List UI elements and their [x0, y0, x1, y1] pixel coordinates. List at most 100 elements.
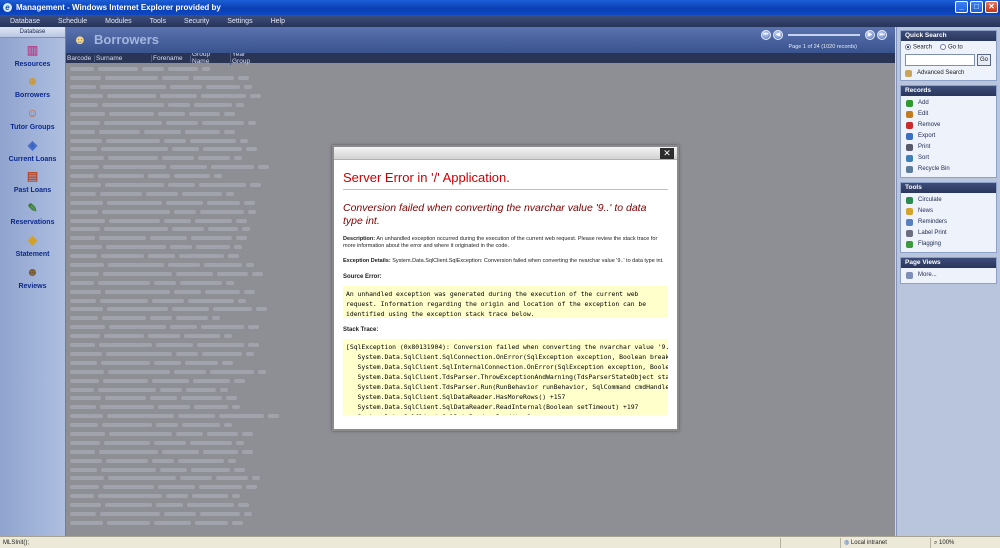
first-page-button[interactable]: ⏮ — [761, 30, 771, 40]
stack-trace-line: System.Data.SqlClient.TdsParser.ThrowExc… — [346, 373, 668, 381]
page-views-title: Page Views — [901, 257, 996, 268]
table-row[interactable] — [66, 465, 895, 474]
action-label: Circulate — [918, 197, 942, 204]
table-row[interactable] — [66, 492, 895, 501]
radio-selected-icon — [905, 44, 911, 50]
action-label-print[interactable]: Label Print — [901, 228, 996, 239]
table-row[interactable] — [66, 101, 895, 110]
quick-search-title: Quick Search — [901, 31, 996, 41]
table-row[interactable] — [66, 501, 895, 510]
table-row[interactable] — [66, 456, 895, 465]
action-news[interactable]: News — [901, 206, 996, 217]
nav-item-tutor-groups[interactable]: ☺ Tutor Groups — [0, 101, 65, 133]
recycle-bin-icon — [906, 165, 913, 173]
table-row[interactable] — [66, 136, 895, 145]
search-radio[interactable]: Search — [905, 44, 932, 51]
maximize-button[interactable]: □ — [970, 1, 983, 13]
menu-schedule[interactable]: Schedule — [58, 18, 87, 25]
nav-item-reviews[interactable]: ☻ Reviews — [0, 260, 65, 292]
action-reminders[interactable]: Reminders — [901, 217, 996, 228]
menu-settings[interactable]: Settings — [227, 18, 252, 25]
menu-security[interactable]: Security — [184, 18, 209, 25]
page-title: Borrowers — [94, 32, 160, 47]
action-circulate[interactable]: Circulate — [901, 195, 996, 206]
pencil-icon: ✎ — [27, 201, 38, 216]
add-icon — [906, 99, 913, 107]
column-header-year-group[interactable]: Year Group — [232, 51, 268, 65]
news-icon — [906, 207, 913, 215]
page-views-box: Page Views More... — [900, 256, 997, 284]
action-flagging[interactable]: Flagging — [901, 239, 996, 250]
table-row[interactable] — [66, 483, 895, 492]
dialog-title-bar: ✕ — [334, 147, 677, 160]
menu-modules[interactable]: Modules — [105, 18, 131, 25]
go-button[interactable]: Go — [977, 53, 991, 66]
action-edit[interactable]: Edit — [901, 109, 996, 120]
radio-unselected-icon — [940, 44, 947, 50]
table-row[interactable] — [66, 109, 895, 118]
stack-trace-label: Stack Trace: — [343, 327, 379, 333]
source-error-label: Source Error: — [343, 274, 382, 280]
nav-item-current-loans[interactable]: ◈ Current Loans — [0, 133, 65, 165]
nav-item-borrowers[interactable]: ☻ Borrowers — [0, 70, 65, 102]
table-row[interactable] — [66, 510, 895, 519]
table-row[interactable] — [66, 447, 895, 456]
nav-item-resources[interactable]: ▥ Resources — [0, 38, 65, 70]
column-header-group-name[interactable]: Group Name — [192, 51, 231, 65]
table-row[interactable] — [66, 74, 895, 83]
advanced-search-link[interactable]: Advanced Search — [905, 69, 992, 77]
next-page-button[interactable]: ▶ — [865, 30, 875, 40]
table-row[interactable] — [66, 92, 895, 101]
action-recycle-bin[interactable]: Recycle Bin — [901, 164, 996, 175]
nav-item-statement[interactable]: ◆ Statement — [0, 228, 65, 260]
table-row[interactable] — [66, 127, 895, 136]
nav-item-reservations[interactable]: ✎ Reservations — [0, 196, 65, 228]
table-row[interactable] — [66, 65, 895, 74]
quick-search-input[interactable] — [905, 53, 975, 66]
menu-tools[interactable]: Tools — [150, 18, 166, 25]
page-slider[interactable] — [788, 34, 860, 36]
table-row[interactable] — [66, 83, 895, 92]
dialog-close-button[interactable]: ✕ — [660, 148, 674, 159]
action-label: Export — [918, 133, 936, 140]
pager: ⏮ ◀ ▶ ⏭ — [761, 30, 887, 40]
description-text: An unhandled exception occurred during t… — [343, 236, 658, 249]
menu-help[interactable]: Help — [271, 18, 285, 25]
status-segment — [780, 537, 840, 548]
action-remove[interactable]: Remove — [901, 120, 996, 131]
action-more[interactable]: More... — [901, 270, 996, 281]
minimize-button[interactable]: _ — [955, 1, 968, 13]
flag-icon — [906, 240, 913, 248]
ie-logo-icon: e — [3, 3, 12, 12]
action-label: Remove — [918, 122, 941, 129]
action-sort[interactable]: Sort — [901, 153, 996, 164]
action-export[interactable]: Export — [901, 131, 996, 142]
nav-item-label: Resources — [14, 60, 51, 68]
close-window-button[interactable]: ✕ — [985, 1, 998, 13]
last-page-button[interactable]: ⏭ — [877, 30, 887, 40]
goto-radio[interactable]: Go to — [940, 44, 963, 51]
stack-trace-box[interactable]: [SqlException (0x80131904): Conversion f… — [343, 339, 668, 415]
nav-item-past-loans[interactable]: ▤ Past Loans — [0, 165, 65, 197]
action-print[interactable]: Print — [901, 142, 996, 153]
label-print-icon — [906, 229, 913, 237]
menu-bar: Database Schedule Modules Tools Security… — [0, 15, 1000, 27]
error-message: Conversion failed when converting the nv… — [343, 202, 647, 227]
action-label: Print — [918, 144, 931, 151]
page-banner: ☻ Borrowers ⏮ ◀ ▶ ⏭ Page 1 of 24 (1020 r… — [66, 27, 895, 53]
column-header-surname[interactable]: Surname — [96, 54, 152, 62]
table-row[interactable] — [66, 118, 895, 127]
prev-page-button[interactable]: ◀ — [773, 30, 783, 40]
table-header: Barcode Surname Forename Group Name Year… — [66, 51, 895, 65]
table-row[interactable] — [66, 474, 895, 483]
globe-icon: ◍ — [844, 539, 851, 546]
edit-icon — [906, 110, 913, 118]
quick-search-box: Quick Search Search Go to Go Advanced Se… — [900, 30, 997, 81]
action-add[interactable]: Add — [901, 98, 996, 109]
table-row[interactable] — [66, 518, 895, 527]
zoom-control[interactable]: ⌕ 100% — [930, 537, 957, 548]
column-header-barcode[interactable]: Barcode — [67, 54, 95, 62]
menu-database[interactable]: Database — [10, 18, 40, 25]
table-row[interactable] — [66, 438, 895, 447]
column-header-forename[interactable]: Forename — [153, 54, 191, 62]
